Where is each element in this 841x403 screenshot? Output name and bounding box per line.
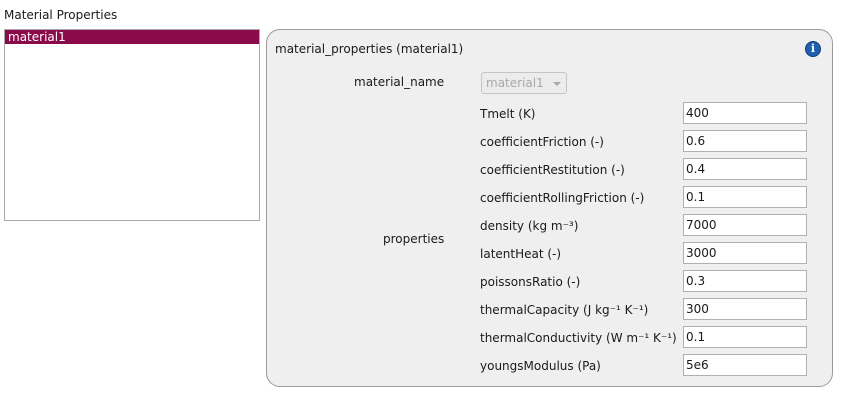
property-row: coefficientFriction (-) — [267, 130, 832, 158]
property-input[interactable] — [683, 214, 807, 236]
property-label: density (kg m⁻³) — [480, 219, 579, 233]
material-list[interactable]: material1 — [4, 29, 260, 221]
chevron-down-icon — [553, 82, 561, 86]
property-input[interactable] — [683, 326, 807, 348]
property-label: coefficientRollingFriction (-) — [480, 191, 645, 205]
material-name-select: material1 — [481, 72, 567, 94]
section-title: Material Properties — [4, 8, 118, 22]
property-input[interactable] — [683, 354, 807, 376]
property-input[interactable] — [683, 242, 807, 264]
property-row: coefficientRestitution (-) — [267, 158, 832, 186]
property-label: Tmelt (K) — [480, 107, 536, 121]
property-label: youngsModulus (Pa) — [480, 359, 601, 373]
property-row: latentHeat (-) — [267, 242, 832, 270]
material-name-label: material_name — [354, 75, 445, 89]
property-label: thermalCapacity (J kg⁻¹ K⁻¹) — [480, 303, 649, 317]
property-row: thermalConductivity (W m⁻¹ K⁻¹) — [267, 326, 832, 354]
property-input[interactable] — [683, 270, 807, 292]
property-input[interactable] — [683, 102, 807, 124]
property-row: youngsModulus (Pa) — [267, 354, 832, 382]
property-row: Tmelt (K) — [267, 102, 832, 130]
property-label: poissonsRatio (-) — [480, 275, 581, 289]
property-label: coefficientRestitution (-) — [480, 163, 625, 177]
property-row: density (kg m⁻³) — [267, 214, 832, 242]
material-properties-panel: material_properties (material1) i materi… — [266, 29, 833, 387]
property-input[interactable] — [683, 158, 807, 180]
material-name-value: material1 — [486, 76, 544, 90]
property-input[interactable] — [683, 186, 807, 208]
property-label: latentHeat (-) — [480, 247, 562, 261]
panel-title: material_properties (material1) — [275, 42, 464, 56]
property-row: coefficientRollingFriction (-) — [267, 186, 832, 214]
list-item-material1[interactable]: material1 — [5, 30, 259, 44]
info-icon[interactable]: i — [805, 41, 821, 57]
property-label: coefficientFriction (-) — [480, 135, 604, 149]
property-input[interactable] — [683, 298, 807, 320]
property-row: poissonsRatio (-) — [267, 270, 832, 298]
property-row: thermalCapacity (J kg⁻¹ K⁻¹) — [267, 298, 832, 326]
property-input[interactable] — [683, 130, 807, 152]
property-label: thermalConductivity (W m⁻¹ K⁻¹) — [480, 331, 677, 345]
